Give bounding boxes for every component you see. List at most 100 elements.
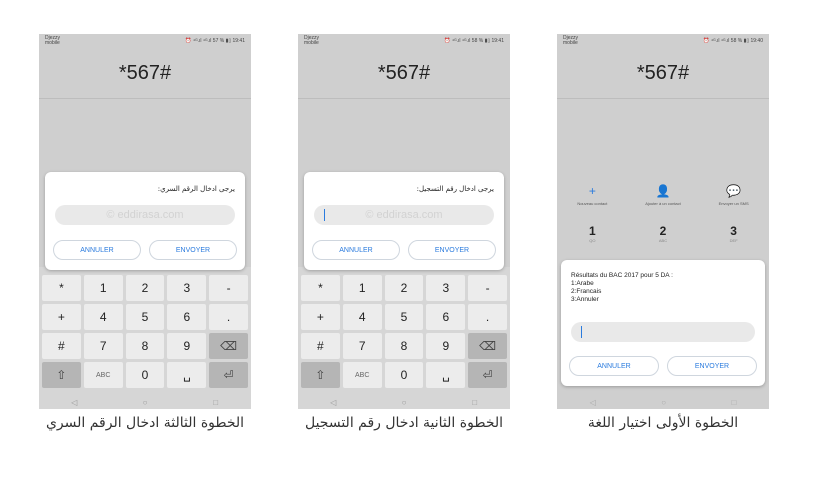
status-bar: Djezzy mobile ⏰ ⁴ᴳ.ıl ⁴ᴳ.ıl 58 % ▮▯ 19:4… [298, 34, 510, 48]
key[interactable]: 2 [384, 275, 424, 301]
key[interactable]: 3 [426, 275, 466, 301]
key-row: # 7 8 9 ⌫ [301, 333, 507, 359]
key[interactable]: 5 [125, 304, 165, 330]
text-cursor [581, 326, 582, 338]
enter-key[interactable]: ⏎ [209, 362, 248, 388]
registration-input[interactable]: © eddirasa.com [314, 205, 494, 225]
operator-name: Djezzy mobile [45, 35, 61, 46]
dial-digit: 3 [730, 224, 737, 238]
key-row: * 1 2 3 - [42, 275, 248, 301]
key[interactable]: 0 [125, 362, 165, 388]
key[interactable]: 5 [384, 304, 424, 330]
key[interactable]: 9 [426, 333, 466, 359]
dialog-buttons: ANNULER ENVOYER [53, 240, 237, 260]
shift-key[interactable]: ⇧ [42, 362, 81, 388]
recents-icon[interactable]: □ [460, 398, 490, 407]
home-icon[interactable]: ○ [661, 398, 666, 407]
send-button[interactable]: ENVOYER [408, 240, 496, 260]
new-contact-action[interactable]: + Nouveau contact [560, 184, 624, 214]
status-bar: Djezzy mobile ⏰ ⁴ᴳ.ıl ⁴ᴳ.ıl 57 % ▮▯ 19:4… [39, 34, 251, 48]
key[interactable]: . [209, 304, 248, 330]
pin-input[interactable]: © eddirasa.com [55, 205, 235, 225]
dial-digits: 1 QO 2 ABC 3 DEF [557, 224, 769, 243]
key[interactable]: 0 [384, 362, 424, 388]
operator-name: Djezzy mobile [563, 35, 579, 46]
pin-dialog: يرجى ادخال الرقم السري: © eddirasa.com A… [45, 172, 245, 270]
key-row: * 1 2 3 - [301, 275, 507, 301]
key[interactable]: - [468, 275, 507, 301]
key[interactable]: 8 [384, 333, 424, 359]
ussd-code: *567# [118, 62, 172, 84]
enter-key[interactable]: ⏎ [468, 362, 507, 388]
caption-step2: الخطوة الثانية ادخال رقم التسجيل [304, 415, 504, 431]
language-dialog: Résultats du BAC 2017 pour 5 DA : 1:Arab… [561, 260, 765, 386]
divider [557, 98, 769, 99]
key[interactable]: 1 [342, 275, 382, 301]
cancel-button[interactable]: ANNULER [312, 240, 400, 260]
recents-icon[interactable]: □ [731, 398, 736, 407]
space-key[interactable]: ␣ [426, 362, 466, 388]
key[interactable]: . [468, 304, 507, 330]
shift-key[interactable]: ⇧ [301, 362, 340, 388]
key[interactable]: 6 [167, 304, 207, 330]
key[interactable]: 1 [83, 275, 123, 301]
key[interactable]: # [42, 333, 81, 359]
key[interactable]: + [301, 304, 340, 330]
action-label: Envoyer un SMS [718, 201, 749, 206]
key[interactable]: 7 [83, 333, 123, 359]
key[interactable]: 2 [125, 275, 165, 301]
key[interactable]: * [42, 275, 81, 301]
recents-icon[interactable]: □ [201, 398, 231, 407]
watermark: © eddirasa.com [106, 209, 184, 221]
space-key[interactable]: ␣ [167, 362, 207, 388]
backspace-key[interactable]: ⌫ [468, 333, 507, 359]
key[interactable]: * [301, 275, 340, 301]
key[interactable]: - [209, 275, 248, 301]
message-line: 1:Arabe [571, 280, 594, 287]
key[interactable]: # [301, 333, 340, 359]
dial-digit: 1 [588, 224, 596, 238]
dial-key[interactable]: 3 DEF [702, 224, 766, 243]
back-icon[interactable]: ◁ [318, 398, 348, 407]
key[interactable]: 7 [342, 333, 382, 359]
status-icons: ⏰ ⁴ᴳ.ıl ⁴ᴳ.ıl 58 % ▮▯ 19:41 [444, 38, 504, 44]
cancel-button[interactable]: ANNULER [53, 240, 141, 260]
key[interactable]: 6 [426, 304, 466, 330]
dialog-buttons: ANNULER ENVOYER [312, 240, 496, 260]
add-to-contact-action[interactable]: 👤 Ajouter à un contact [631, 184, 695, 214]
phone-screen-step1: Djezzy mobile ⏰ ⁴ᴳ.ıl ⁴ᴳ.ıl 58 % ▮▯ 19:4… [557, 34, 769, 409]
send-button[interactable]: ENVOYER [149, 240, 237, 260]
key[interactable]: + [42, 304, 81, 330]
key[interactable]: 4 [83, 304, 123, 330]
key[interactable]: 8 [125, 333, 165, 359]
home-icon[interactable]: ○ [389, 398, 419, 407]
ussd-code: *567# [377, 62, 431, 84]
dial-key[interactable]: 2 ABC [631, 224, 695, 243]
key[interactable]: 4 [342, 304, 382, 330]
abc-key[interactable]: ABC [83, 362, 123, 388]
keyboard: * 1 2 3 - + 4 5 6 . # 7 8 9 ⌫ ⇧ ABC 0 ␣ … [298, 267, 510, 409]
choice-input[interactable] [571, 322, 755, 342]
dial-key[interactable]: 1 QO [560, 224, 624, 243]
cancel-button[interactable]: ANNULER [569, 356, 659, 376]
back-icon[interactable]: ◁ [59, 398, 89, 407]
plus-icon: + [588, 184, 596, 198]
divider [39, 98, 251, 99]
key[interactable]: 9 [167, 333, 207, 359]
nav-bar: ◁ ○ □ [557, 395, 769, 409]
back-icon[interactable]: ◁ [590, 398, 596, 407]
key[interactable]: 3 [167, 275, 207, 301]
watermark: © eddirasa.com [365, 209, 443, 221]
action-label: Ajouter à un contact [645, 201, 681, 206]
message-line: 2:Francais [571, 288, 602, 295]
backspace-key[interactable]: ⌫ [209, 333, 248, 359]
message-line: Résultats du BAC 2017 pour 5 DA : [571, 272, 673, 279]
send-button[interactable]: ENVOYER [667, 356, 757, 376]
key-row: # 7 8 9 ⌫ [42, 333, 248, 359]
send-sms-action[interactable]: 💬 Envoyer un SMS [702, 184, 766, 214]
abc-key[interactable]: ABC [342, 362, 382, 388]
registration-dialog: يرجى ادخال رقم التسجيل: © eddirasa.com A… [304, 172, 504, 270]
dial-letters: ABC [658, 238, 668, 243]
person-icon: 👤 [655, 184, 671, 198]
home-icon[interactable]: ○ [130, 398, 160, 407]
